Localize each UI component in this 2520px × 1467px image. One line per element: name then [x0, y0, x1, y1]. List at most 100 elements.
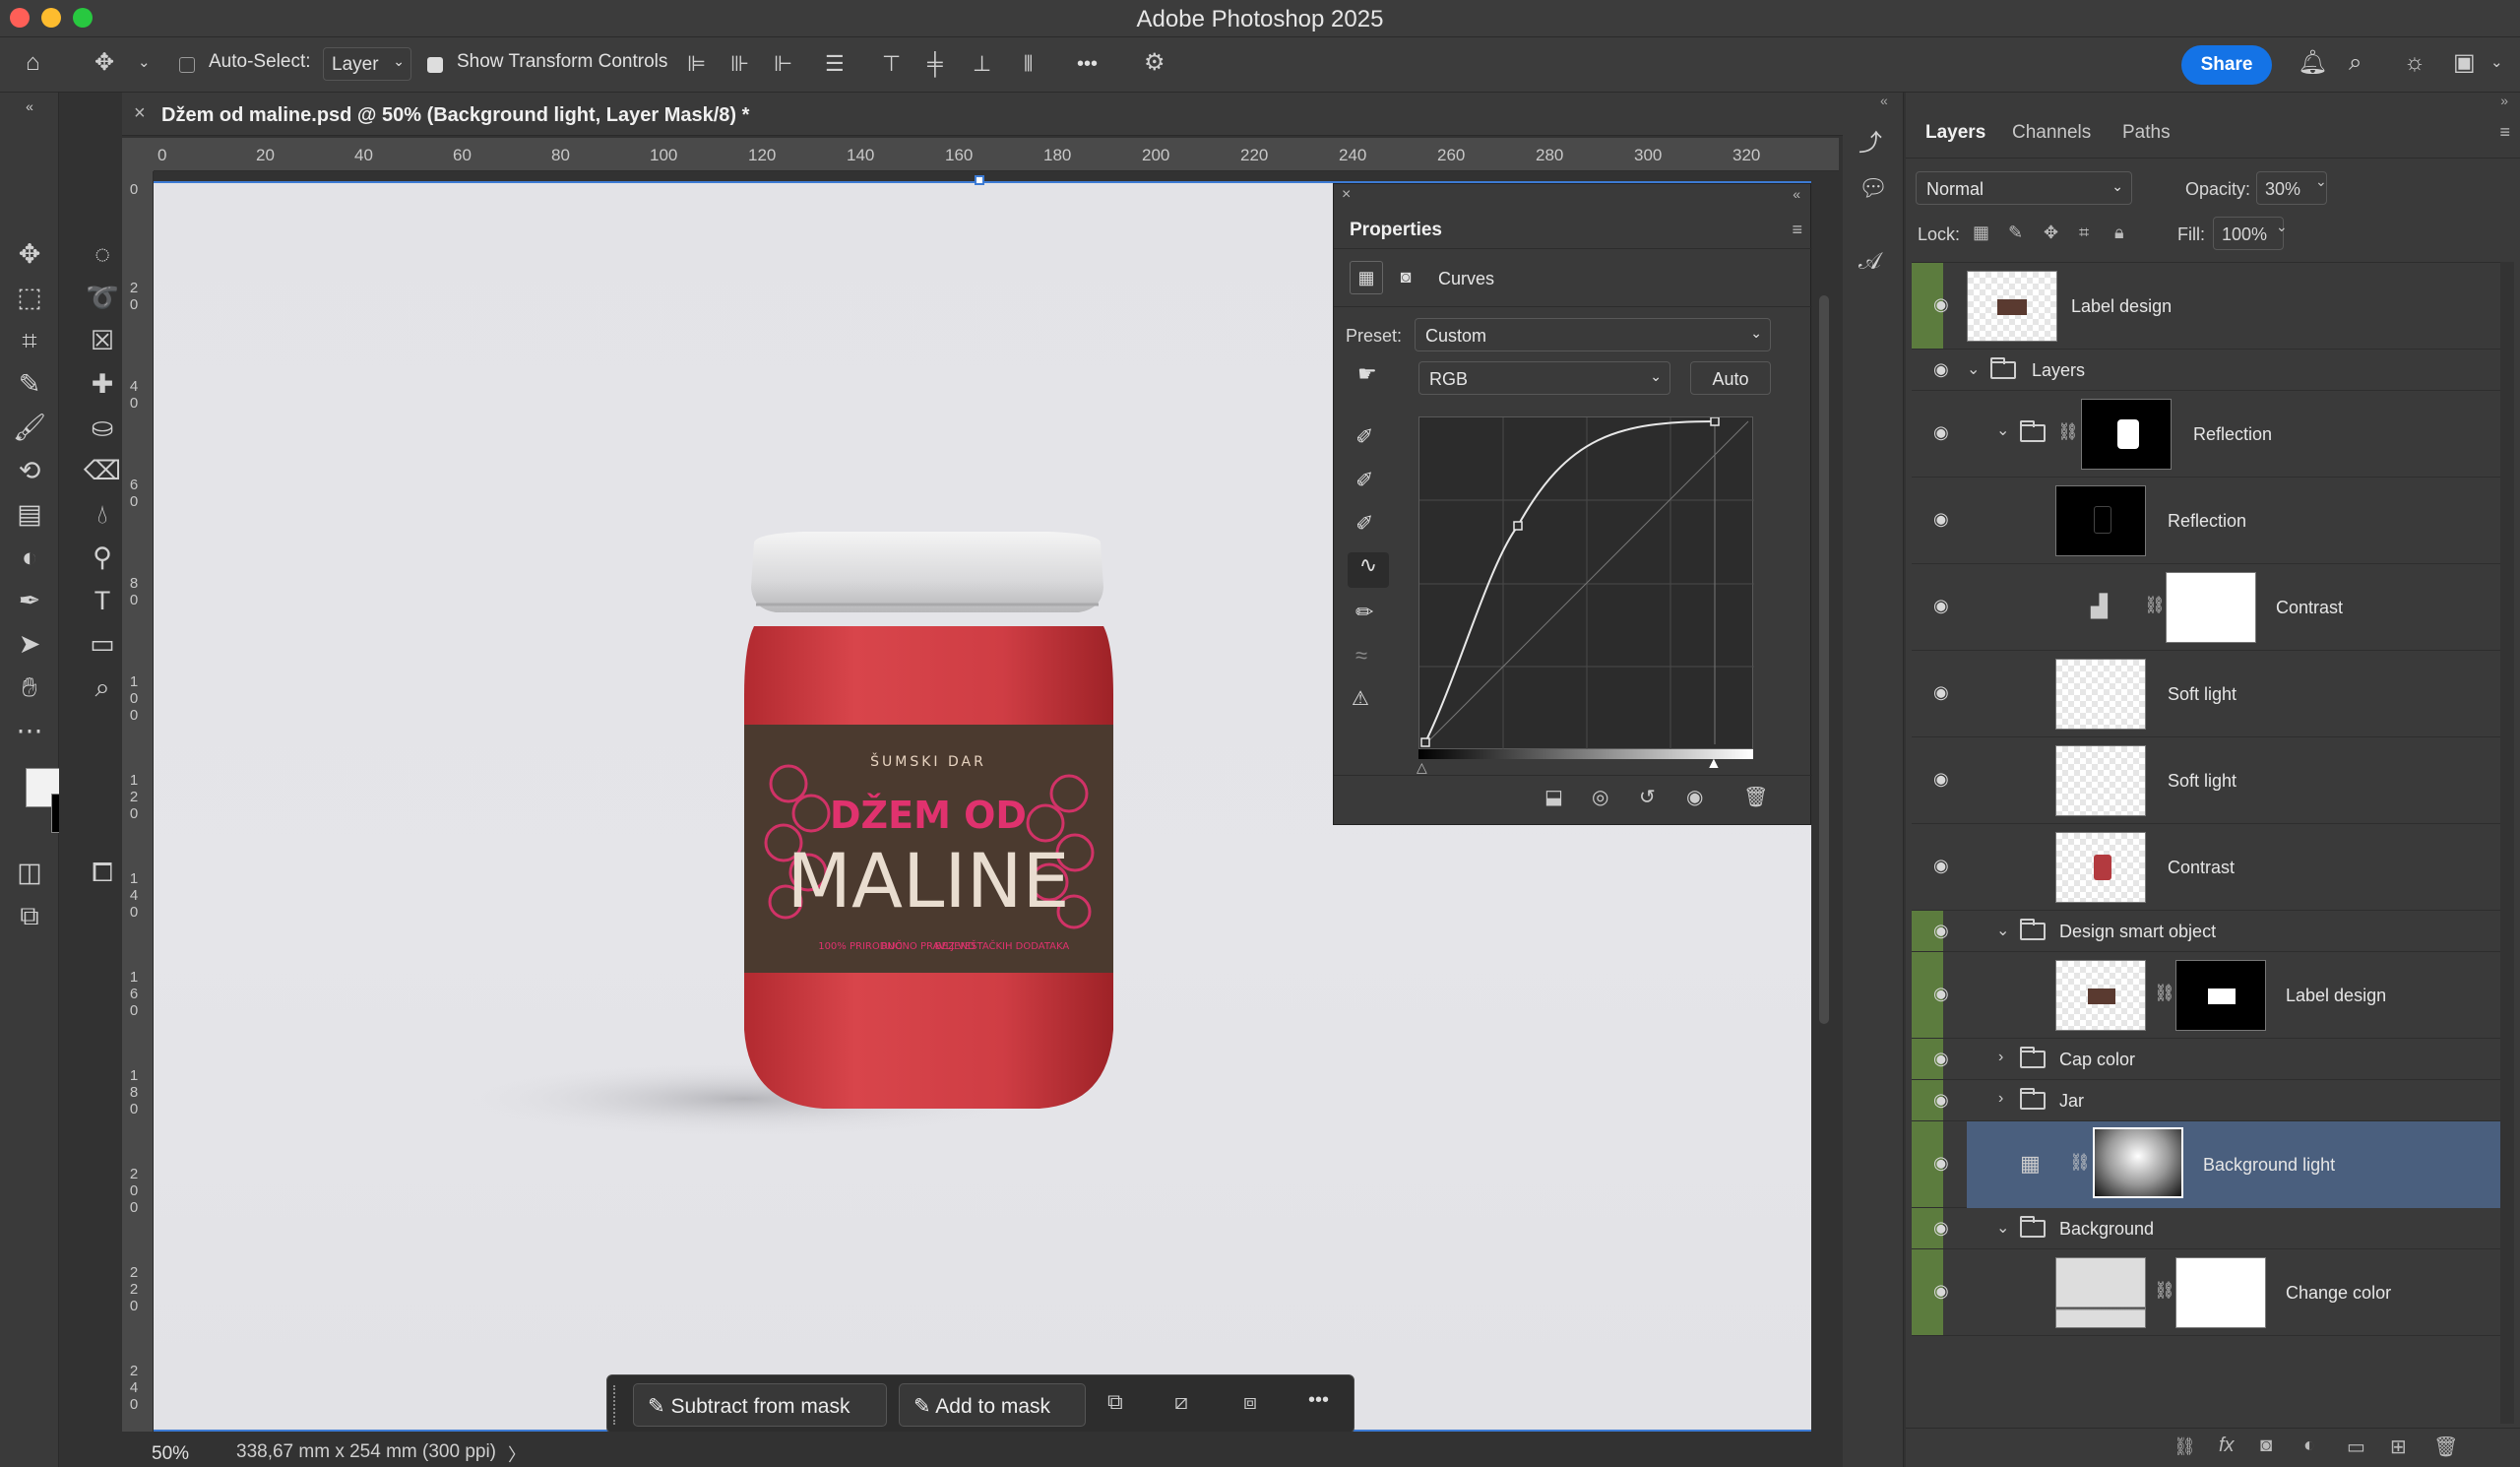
eyedropper-icon[interactable]: ✎	[0, 362, 59, 406]
visibility-eye-icon[interactable]: ◉	[1933, 921, 1949, 941]
chevron-right-icon[interactable]: ›	[1998, 1049, 2003, 1066]
mask-options-icon[interactable]: ⧉	[1107, 1389, 1123, 1415]
move-tool-icon[interactable]: ✥	[0, 232, 59, 276]
lock-transparent-icon[interactable]: ▦	[1973, 223, 1989, 243]
collapse-icon[interactable]: «	[0, 96, 59, 140]
quick-mask-icon[interactable]: ◫	[0, 851, 59, 894]
layer-row[interactable]: ◉ Soft light	[1912, 737, 2502, 824]
brush-tool-icon[interactable]: 🖌︎	[0, 406, 59, 449]
black-input-slider[interactable]: △	[1417, 759, 1427, 776]
lock-pixels-icon[interactable]: ✎	[2008, 223, 2023, 243]
add-mask-icon[interactable]: ◙	[2260, 1435, 2272, 1457]
chevron-down-icon[interactable]: ⌄	[1996, 420, 2009, 440]
visibility-eye-icon[interactable]: ◉	[1933, 984, 1949, 1004]
link-icon[interactable]: ⛓	[2069, 1153, 2091, 1173]
fill-chevron-icon[interactable]: ⌄	[2276, 219, 2288, 235]
visibility-eye-icon[interactable]: ◉	[1933, 769, 1949, 790]
bell-icon[interactable]: 🔔︎	[2298, 51, 2327, 75]
align-middle-icon[interactable]: ╪	[927, 53, 943, 75]
targeted-adjustment-icon[interactable]: ☛	[1357, 361, 1377, 387]
gray-point-eyedropper-icon[interactable]: ✐	[1355, 468, 1373, 493]
mask-icon[interactable]: ◙	[1389, 261, 1422, 294]
layer-row[interactable]: ◉ Soft light	[1912, 651, 2502, 737]
visibility-eye-icon[interactable]: ◉	[1933, 1049, 1949, 1069]
auto-select-dropdown[interactable]: Layer ⌄	[323, 47, 411, 81]
lightbulb-icon[interactable]: ☼	[2404, 51, 2426, 75]
layer-row[interactable]: ◉ Label design	[1912, 263, 2502, 350]
tab-paths[interactable]: Paths	[2122, 122, 2171, 144]
white-point-eyedropper-icon[interactable]: ✐	[1355, 511, 1373, 537]
visibility-eye-icon[interactable]: ◉	[1933, 1090, 1949, 1111]
visibility-eye-icon[interactable]: ◉	[1933, 682, 1949, 703]
curve-edit-icon[interactable]: ∿	[1348, 552, 1389, 588]
new-group-icon[interactable]: ▭	[2347, 1435, 2365, 1459]
search-icon[interactable]: ⌕	[2349, 51, 2362, 75]
fx-button[interactable]: fx	[2219, 1435, 2235, 1457]
subtract-from-mask-button[interactable]: ✎ Subtract from mask	[633, 1383, 887, 1427]
curves-graph[interactable]	[1418, 416, 1754, 750]
white-input-slider[interactable]: ▲	[1706, 755, 1722, 773]
hand-tool-icon[interactable]: ✋︎	[0, 666, 59, 709]
distribute-icon[interactable]: ☰	[825, 53, 845, 75]
visibility-eye-icon[interactable]: ◉	[1933, 1218, 1949, 1239]
layers-menu-icon[interactable]: ≡	[2499, 122, 2510, 143]
layer-row[interactable]: ◉ Reflection	[1912, 478, 2502, 564]
gradient-tool-icon[interactable]: ▤	[0, 492, 59, 536]
more-mask-options[interactable]: •••	[1308, 1389, 1329, 1412]
clip-to-layer-icon[interactable]: ⬓	[1544, 785, 1563, 809]
chevron-down-icon[interactable]: ⌄	[1967, 359, 1980, 379]
gear-icon[interactable]: ⚙	[1144, 51, 1166, 75]
black-point-eyedropper-icon[interactable]: ✐	[1355, 424, 1373, 450]
visibility-eye-icon[interactable]: ◉	[1933, 359, 1949, 380]
show-transform-checkbox[interactable]	[427, 57, 443, 73]
layer-row[interactable]: ◉ Contrast	[1912, 824, 2502, 911]
generative-icon[interactable]: ⧉	[0, 894, 59, 937]
layer-group-row[interactable]: ◉ › Cap color	[1912, 1039, 2502, 1080]
close-panel-icon[interactable]: ×	[1342, 186, 1351, 204]
chevron-down-icon[interactable]: ⌄	[138, 55, 151, 70]
mask-settings-icon[interactable]: ⧈	[1243, 1389, 1257, 1415]
clipping-warning-icon[interactable]: ⚠	[1352, 686, 1369, 711]
smooth-icon[interactable]: ≈	[1355, 643, 1367, 669]
delete-layer-icon[interactable]: 🗑︎	[2433, 1435, 2458, 1459]
canvas-vertical-scrollbar[interactable]	[1819, 295, 1829, 1024]
pencil-icon[interactable]: ✏	[1355, 600, 1373, 625]
visibility-eye-icon[interactable]: ◉	[1686, 785, 1703, 809]
link-icon[interactable]: ⛓	[2144, 596, 2166, 615]
document-tab[interactable]: × Džem od maline.psd @ 50% (Background l…	[122, 93, 1843, 136]
more-options-button[interactable]: •••	[1077, 53, 1098, 76]
layer-group-row[interactable]: ◉ ⌄ ⛓ Reflection	[1912, 391, 2502, 478]
fill-field[interactable]: 100%	[2213, 217, 2284, 250]
preset-dropdown[interactable]: Custom ⌄	[1415, 318, 1771, 351]
transform-handle-top[interactable]	[975, 175, 984, 185]
layer-row[interactable]: ◉ ▟ ⛓ Contrast	[1912, 564, 2502, 651]
close-tab-icon[interactable]: ×	[134, 102, 146, 125]
tab-layers[interactable]: Layers	[1925, 122, 1985, 144]
visibility-eye-icon[interactable]: ◉	[1933, 294, 1949, 315]
collapse-layers-icon[interactable]: »	[2500, 93, 2508, 108]
lock-artboard-icon[interactable]: ⌗	[2079, 223, 2089, 243]
crop-tool-icon[interactable]: ⌗	[0, 319, 59, 362]
disable-mask-icon[interactable]: ⧄	[1174, 1389, 1188, 1415]
align-bottom-icon[interactable]: ⊥	[973, 53, 991, 75]
adjustment-layer-icon[interactable]: ◐	[2303, 1435, 2315, 1457]
history-icon[interactable]: ⤴	[1858, 132, 1882, 156]
workspace-chevron-icon[interactable]: ⌄	[2490, 55, 2503, 70]
layer-group-row[interactable]: ◉ › Jar	[1912, 1080, 2502, 1121]
curves-adjustment-icon[interactable]: ▦	[1350, 261, 1383, 294]
tab-channels[interactable]: Channels	[2012, 122, 2091, 144]
link-icon[interactable]: ⛓	[2154, 984, 2175, 1003]
glyphs-icon[interactable]: 𝒜	[1858, 250, 1881, 274]
chevron-right-icon[interactable]: ›	[1998, 1090, 2003, 1108]
layers-scrollbar[interactable]	[2500, 262, 2514, 1424]
link-icon[interactable]: ⛓	[2057, 422, 2079, 442]
lock-position-icon[interactable]: ✥	[2044, 223, 2058, 243]
visibility-eye-icon[interactable]: ◉	[1933, 509, 1949, 530]
chevron-down-icon[interactable]: ⌄	[1996, 921, 2009, 940]
drag-handle[interactable]	[613, 1385, 619, 1425]
more-tools-icon[interactable]: ⋯	[0, 709, 59, 752]
layer-group-row[interactable]: ◉ ⌄ Layers	[1912, 350, 2502, 391]
path-selection-icon[interactable]: ➤	[0, 622, 59, 666]
layer-group-row[interactable]: ◉ ⌄ Design smart object	[1912, 911, 2502, 952]
status-arrow-icon[interactable]: 〉	[508, 1441, 526, 1467]
